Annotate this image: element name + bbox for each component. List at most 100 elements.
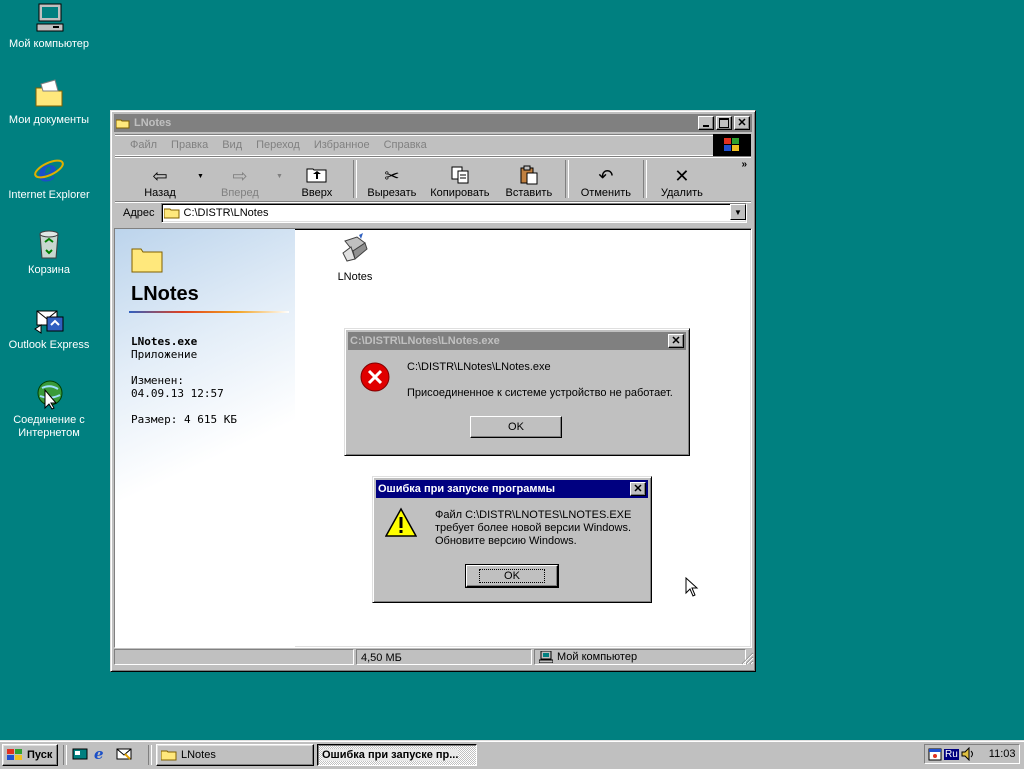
- desktop-icon-label: Корзина: [28, 264, 70, 276]
- toolbar: ⇦ Назад ▼ ⇨ Вперед ▼ Вверх ✂ Вырезать Ко…: [115, 156, 751, 201]
- paste-button[interactable]: Вставить: [495, 159, 563, 199]
- desktop-icon-outlook-express[interactable]: Outlook Express: [1, 303, 97, 352]
- forward-button[interactable]: ⇨ Вперед: [204, 159, 276, 199]
- explorer-titlebar[interactable]: LNotes ✕: [114, 114, 752, 132]
- warning-icon: [384, 507, 418, 539]
- desktop-icon-my-computer[interactable]: Мой компьютер: [1, 2, 97, 51]
- task-label: LNotes: [181, 749, 216, 761]
- taskbar: Пуск e LNotes Ошибка при запуске пр... R…: [0, 740, 1024, 769]
- chevron-down-icon: ▼: [734, 207, 742, 217]
- address-bar: Адрес C:\DISTR\LNotes ▼: [115, 201, 751, 224]
- folder-icon: [160, 749, 177, 761]
- task-button-error[interactable]: Ошибка при запуске пр...: [317, 744, 477, 766]
- volume-icon[interactable]: [961, 746, 975, 762]
- start-label: Пуск: [27, 749, 53, 761]
- error-dialog-titlebar[interactable]: C:\DISTR\LNotes\LNotes.exe ✕: [348, 332, 686, 350]
- address-dropdown-button[interactable]: ▼: [730, 204, 746, 220]
- error-icon: [359, 361, 391, 393]
- toolbar-separator: [564, 160, 569, 198]
- quick-launch: e: [72, 746, 132, 762]
- status-location-label: Мой компьютер: [557, 651, 638, 663]
- delete-label: Удалить: [660, 187, 703, 199]
- resize-grip-icon[interactable]: [736, 651, 754, 665]
- windows-logo-icon: [6, 748, 24, 762]
- taskbar-separator: [63, 745, 67, 765]
- minimize-icon: [703, 125, 709, 127]
- delete-button[interactable]: ✕ Удалить: [649, 159, 715, 199]
- explorer-title: LNotes: [134, 117, 172, 129]
- menu-view[interactable]: Вид: [215, 139, 249, 151]
- scheduler-icon[interactable]: [928, 747, 942, 761]
- toolbar-separator: [352, 160, 357, 198]
- forward-dropdown-icon[interactable]: ▼: [276, 173, 283, 180]
- error-ok-button[interactable]: OK: [470, 416, 562, 438]
- close-icon: ✕: [671, 335, 681, 347]
- warning-ok-button[interactable]: OK: [465, 564, 559, 588]
- menu-favorites[interactable]: Избранное: [307, 139, 377, 151]
- menu-edit[interactable]: Правка: [164, 139, 215, 151]
- toolbar-overflow-icon[interactable]: »: [741, 159, 747, 170]
- system-tray: Ru 11:03: [924, 744, 1020, 764]
- status-pane-location: Мой компьютер: [534, 649, 746, 665]
- copy-button[interactable]: Копировать: [425, 159, 495, 199]
- folder-icon: [115, 118, 130, 129]
- ok-label: OK: [479, 569, 545, 583]
- undo-label: Отменить: [580, 187, 631, 199]
- menu-file[interactable]: Файл: [123, 139, 164, 151]
- close-icon: ✕: [633, 483, 643, 495]
- back-dropdown-icon[interactable]: ▼: [197, 173, 204, 180]
- paste-icon: [519, 165, 539, 187]
- maximize-button[interactable]: [716, 116, 732, 130]
- clock[interactable]: 11:03: [989, 748, 1016, 760]
- close-button[interactable]: ✕: [630, 482, 646, 496]
- minimize-button[interactable]: [698, 116, 714, 130]
- desktop-icon-my-documents[interactable]: Мои документы: [1, 78, 97, 127]
- warning-dialog-titlebar[interactable]: Ошибка при запуске программы ✕: [376, 480, 648, 498]
- menu-go[interactable]: Переход: [249, 139, 307, 151]
- status-pane-objects: [114, 649, 354, 665]
- back-arrow-icon: ⇦: [152, 166, 168, 186]
- panel-file-type: Приложение: [131, 348, 198, 361]
- status-pane-size: 4,50 МБ: [356, 649, 532, 665]
- desktop-icon-recycle-bin[interactable]: Корзина: [1, 228, 97, 277]
- back-button[interactable]: ⇦ Назад: [123, 159, 197, 199]
- up-folder-icon: [306, 165, 328, 187]
- language-indicator[interactable]: Ru: [944, 748, 959, 760]
- close-button[interactable]: ✕: [668, 334, 684, 348]
- paste-label: Вставить: [505, 187, 553, 199]
- error-dialog: C:\DISTR\LNotes\LNotes.exe ✕ C:\DISTR\LN…: [344, 328, 690, 456]
- show-desktop-icon[interactable]: [72, 746, 88, 762]
- error-message-path: C:\DISTR\LNotes\LNotes.exe: [407, 361, 551, 373]
- error-message-text: Присоединенное к системе устройство не р…: [407, 387, 673, 399]
- folder-icon: [163, 207, 180, 219]
- copy-icon: [450, 165, 470, 187]
- outlook-express-icon[interactable]: [116, 746, 132, 762]
- desktop-icon-internet-connection[interactable]: Соединение с Интернетом: [1, 378, 97, 440]
- start-button[interactable]: Пуск: [2, 744, 58, 766]
- cut-button[interactable]: ✂ Вырезать: [359, 159, 425, 199]
- folder-large-icon: [131, 245, 163, 276]
- desktop-icon-label: Мои документы: [8, 114, 90, 126]
- info-panel: LNotes LNotes.exe Приложение Изменен: 04…: [115, 229, 295, 647]
- panel-size: Размер: 4 615 КБ: [131, 413, 237, 426]
- undo-icon: ↶: [598, 166, 614, 186]
- cut-label: Вырезать: [367, 187, 417, 199]
- file-item-lnotes[interactable]: LNotes: [325, 233, 385, 283]
- up-button[interactable]: Вверх: [283, 159, 351, 199]
- desktop-icon-internet-explorer[interactable]: e Internet Explorer: [1, 153, 97, 202]
- task-button-lnotes[interactable]: LNotes: [156, 744, 314, 766]
- forward-label: Вперед: [221, 187, 259, 199]
- close-button[interactable]: ✕: [734, 116, 750, 130]
- internet-explorer-icon[interactable]: e: [94, 746, 110, 762]
- panel-divider: [129, 311, 289, 313]
- menu-help[interactable]: Справка: [377, 139, 434, 151]
- toolbar-separator: [642, 160, 647, 198]
- my-documents-icon: [33, 78, 65, 110]
- panel-folder-name: LNotes: [131, 283, 199, 305]
- status-bar: 4,50 МБ Мой компьютер: [114, 649, 754, 667]
- address-field[interactable]: C:\DISTR\LNotes ▼: [160, 203, 747, 223]
- task-label: Ошибка при запуске пр...: [322, 749, 459, 761]
- undo-button[interactable]: ↶ Отменить: [571, 159, 641, 199]
- mouse-cursor-icon: [685, 576, 699, 597]
- my-computer-icon: [33, 2, 65, 34]
